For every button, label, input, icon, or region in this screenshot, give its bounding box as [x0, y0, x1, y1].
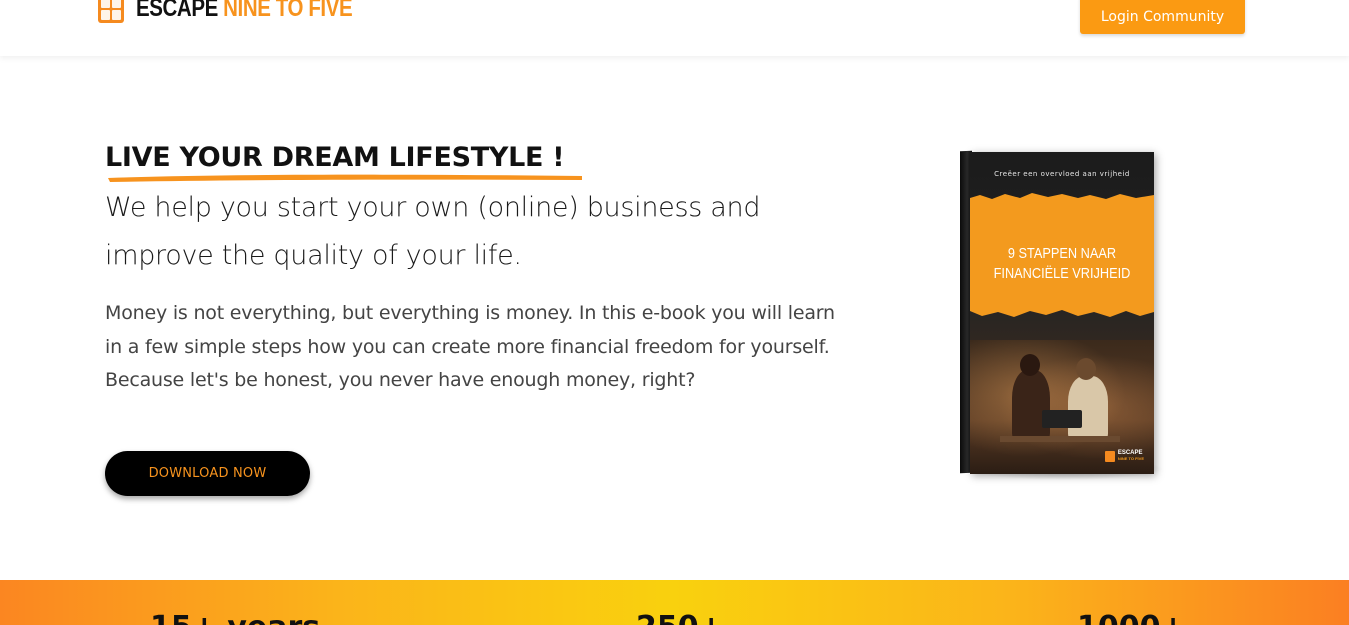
stat-count-250: 250+	[636, 610, 724, 625]
cover-logo-mark-icon	[1104, 450, 1115, 462]
hero-body-text: Money is not everything, but everything …	[105, 302, 835, 391]
logo-text: ESCAPE NINE TO FIVE	[136, 0, 353, 23]
stat-years: 15+ years	[150, 610, 320, 625]
cover-logo: ESCAPE NINE TO FIVE	[1104, 450, 1144, 462]
site-header: ESCAPE NINE TO FIVE Login Community	[0, 0, 1349, 56]
cover-title-line-2: FINANCIËLE VRIJHEID	[993, 265, 1131, 282]
stats-band: 15+ years 250+ 1000+	[0, 580, 1349, 625]
ebook-cover-image: Creëer een overvloed aan vrijheid 9 STAP…	[948, 140, 1168, 490]
logo-word-nine-to-five: NINE TO FIVE	[223, 0, 353, 22]
logo-word-escape: ESCAPE	[136, 0, 218, 22]
book-cover: Creëer een overvloed aan vrijheid 9 STAP…	[970, 152, 1154, 474]
headline-underline	[108, 174, 582, 182]
cover-title-line-1: 9 STAPPEN NAAR	[1007, 245, 1117, 262]
cover-logo-word-2: NINE TO FIVE	[1117, 456, 1144, 461]
cover-tagline: Creëer een overvloed aan vrijheid	[994, 170, 1130, 178]
brand-logo[interactable]: ESCAPE NINE TO FIVE	[98, 0, 400, 23]
hero-subhead: We help you start your own (online) busi…	[105, 192, 761, 271]
hero-headline: LIVE YOUR DREAM LIFESTYLE !	[105, 142, 565, 173]
download-now-button[interactable]: DOWNLOAD NOW	[105, 451, 310, 496]
stat-count-1000: 1000+	[1077, 610, 1186, 625]
logo-mark-icon	[98, 0, 124, 23]
login-community-button[interactable]: Login Community	[1080, 0, 1245, 34]
cover-title: 9 STAPPEN NAAR FINANCIËLE VRIJHEID	[984, 244, 1140, 284]
